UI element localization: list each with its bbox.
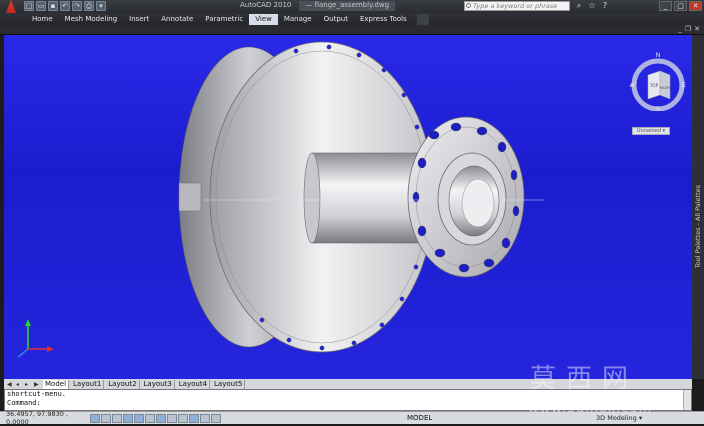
tab-manage[interactable]: Manage <box>278 14 318 25</box>
new-icon[interactable]: □ <box>24 1 34 11</box>
drawing-close-button[interactable]: ✕ <box>694 25 700 33</box>
object-snap-button[interactable] <box>134 413 144 423</box>
tab-view[interactable]: View <box>249 13 278 25</box>
watermark-text: 莫西网 <box>530 364 639 394</box>
close-button[interactable]: ✕ <box>689 1 702 11</box>
binoculars-icon[interactable]: ⌕ <box>574 1 584 11</box>
compass-w: W <box>630 82 635 89</box>
model-space-button[interactable]: MODEL <box>407 414 432 422</box>
grid-display-button[interactable] <box>101 413 111 423</box>
object-snap-tracking-button[interactable] <box>156 413 166 423</box>
app-name: AutoCAD 2010 <box>240 1 292 9</box>
dropdown-icon[interactable]: ▾ <box>96 1 106 11</box>
tab-annotate[interactable]: Annotate <box>155 14 199 25</box>
drawing-viewport[interactable]: N E W S TOP RIGHT Unnamed ▾ <box>4 35 692 379</box>
drawing-window-bar: _ ❐ ✕ <box>0 25 704 35</box>
star-icon[interactable]: ☆ <box>587 1 597 11</box>
quick-access-toolbar: □ ▭ ▪ ↶ ↷ ⎙ ▾ <box>24 1 106 11</box>
help-icon[interactable]: ? <box>600 1 610 11</box>
minimize-button[interactable]: _ <box>659 1 672 11</box>
tab-layout4[interactable]: Layout4 <box>177 379 211 389</box>
compass-s: S <box>656 106 660 111</box>
undo-icon[interactable]: ↶ <box>60 1 70 11</box>
next-layout-icon[interactable]: ▸ <box>25 381 32 388</box>
prev-layout-icon[interactable]: ◂ <box>16 381 23 388</box>
compass-n: N <box>656 52 661 59</box>
tab-layout1[interactable]: Layout1 <box>71 379 105 389</box>
flange-model <box>17 41 544 358</box>
first-layout-icon[interactable]: ◀ <box>7 381 14 388</box>
tab-model[interactable]: Model <box>43 379 70 389</box>
3d-object-snap-button[interactable] <box>145 413 155 423</box>
ucs-dropdown[interactable]: Unnamed ▾ <box>632 127 670 135</box>
window-controls: _ □ ✕ <box>659 1 702 11</box>
compass-e: E <box>682 82 686 89</box>
lineweight-button[interactable] <box>189 413 199 423</box>
search-placeholder: Type a keyword or phrase <box>473 2 558 10</box>
ortho-mode-button[interactable] <box>112 413 122 423</box>
tab-insert[interactable]: Insert <box>123 14 155 25</box>
redo-icon[interactable]: ↷ <box>72 1 82 11</box>
command-scrollbar[interactable] <box>683 390 691 410</box>
viewcube-top-face: TOP <box>649 83 659 88</box>
tab-parametric[interactable]: Parametric <box>199 14 249 25</box>
dynamic-ucs-button[interactable] <box>167 413 177 423</box>
tab-home[interactable]: Home <box>26 14 59 25</box>
tool-palettes-strip[interactable]: Tool Palettes - All Palettes <box>692 35 704 379</box>
quick-properties-button[interactable] <box>200 413 210 423</box>
tab-layout5[interactable]: Layout5 <box>212 379 246 389</box>
tool-palettes-label: Tool Palettes - All Palettes <box>694 185 702 269</box>
window-title: AutoCAD 2010 — flange_assembly.dwg <box>240 1 396 11</box>
polar-tracking-button[interactable] <box>123 413 133 423</box>
tab-layout3[interactable]: Layout3 <box>142 379 175 389</box>
header-icons: ⌕ ☆ ? <box>574 1 610 11</box>
selection-cycling-button[interactable] <box>211 413 221 423</box>
ucs-icon <box>17 319 54 358</box>
ribbon-minimize-button[interactable] <box>416 13 429 25</box>
drawing-window-controls: _ ❐ ✕ <box>678 25 700 33</box>
search-icon <box>466 3 471 8</box>
tab-mesh-modeling[interactable]: Mesh Modeling <box>59 14 124 25</box>
tab-layout2[interactable]: Layout2 <box>106 379 140 389</box>
snap-mode-button[interactable] <box>90 413 100 423</box>
last-layout-icon[interactable]: ▶ <box>34 381 41 388</box>
drawing-minimize-button[interactable]: _ <box>678 25 682 33</box>
file-name: — flange_assembly.dwg <box>299 1 396 11</box>
search-input[interactable]: Type a keyword or phrase <box>464 1 570 11</box>
viewcube[interactable]: N E W S TOP RIGHT <box>629 51 686 113</box>
tab-express-tools[interactable]: Express Tools <box>354 14 413 25</box>
ribbon-tabs: Home Mesh Modeling Insert Annotate Param… <box>0 13 704 25</box>
title-bar: □ ▭ ▪ ↶ ↷ ⎙ ▾ AutoCAD 2010 — flange_asse… <box>0 0 704 26</box>
viewcube-right-face: RIGHT <box>660 86 672 90</box>
print-icon[interactable]: ⎙ <box>84 1 94 11</box>
maximize-button[interactable]: □ <box>674 1 687 11</box>
save-icon[interactable]: ▪ <box>48 1 58 11</box>
open-icon[interactable]: ▭ <box>36 1 46 11</box>
drawing-restore-button[interactable]: ❐ <box>685 25 691 33</box>
tab-output[interactable]: Output <box>318 14 354 25</box>
dynamic-input-button[interactable] <box>178 413 188 423</box>
watermark-url: www.3dmox.com <box>528 401 653 416</box>
